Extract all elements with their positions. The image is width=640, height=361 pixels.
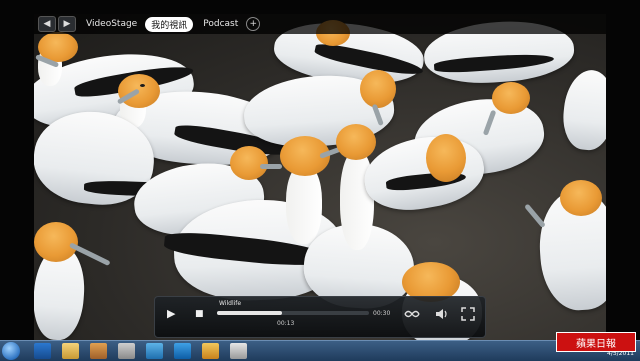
video-frame[interactable] xyxy=(34,14,606,340)
playback-controls: Wildlife ▶ ■ 00:13 00:30 xyxy=(154,296,486,338)
add-tab-button[interactable]: + xyxy=(246,17,261,31)
app-icon[interactable] xyxy=(118,343,135,359)
windows-taskbar: 4/5/2011 xyxy=(0,340,640,361)
seek-progress xyxy=(217,311,283,315)
forward-arrow-icon: ▶ xyxy=(63,19,71,29)
fullscreen-icon[interactable] xyxy=(461,307,475,321)
start-button[interactable] xyxy=(2,342,20,360)
video-title: Wildlife xyxy=(219,300,242,307)
repeat-icon[interactable] xyxy=(403,309,421,319)
play-icon: ▶ xyxy=(167,307,176,320)
apple-daily-logo: 蘋果日報 xyxy=(556,332,636,352)
forward-button[interactable]: ▶ xyxy=(58,16,76,32)
media-app-window xyxy=(34,14,606,340)
play-button[interactable]: ▶ xyxy=(167,308,175,320)
back-button[interactable]: ◀ xyxy=(38,16,56,32)
elapsed-time: 00:13 xyxy=(277,320,295,327)
duration-time: 00:30 xyxy=(373,310,391,317)
app-icon[interactable] xyxy=(230,343,247,359)
app-icon[interactable] xyxy=(146,343,163,359)
folder-icon[interactable] xyxy=(62,343,79,359)
nav-tab-videostage[interactable]: VideoStage xyxy=(86,19,137,29)
ie-icon[interactable] xyxy=(34,343,51,359)
volume-icon[interactable] xyxy=(435,308,449,320)
back-arrow-icon: ◀ xyxy=(43,19,51,29)
seek-bar[interactable] xyxy=(217,311,369,315)
app-icon[interactable] xyxy=(202,343,219,359)
media-player-icon[interactable] xyxy=(90,343,107,359)
stop-button[interactable]: ■ xyxy=(195,308,204,320)
nav-tab-my-videos[interactable]: 我的視訊 xyxy=(145,16,194,32)
stop-icon: ■ xyxy=(195,309,204,319)
top-nav-bar: ◀ ▶ VideoStage 我的視訊 Podcast + xyxy=(34,14,606,34)
plus-icon: + xyxy=(249,19,258,29)
logo-text: 蘋果日報 xyxy=(576,338,616,350)
skype-icon[interactable] xyxy=(174,343,191,359)
nav-tab-podcast[interactable]: Podcast xyxy=(203,19,238,29)
